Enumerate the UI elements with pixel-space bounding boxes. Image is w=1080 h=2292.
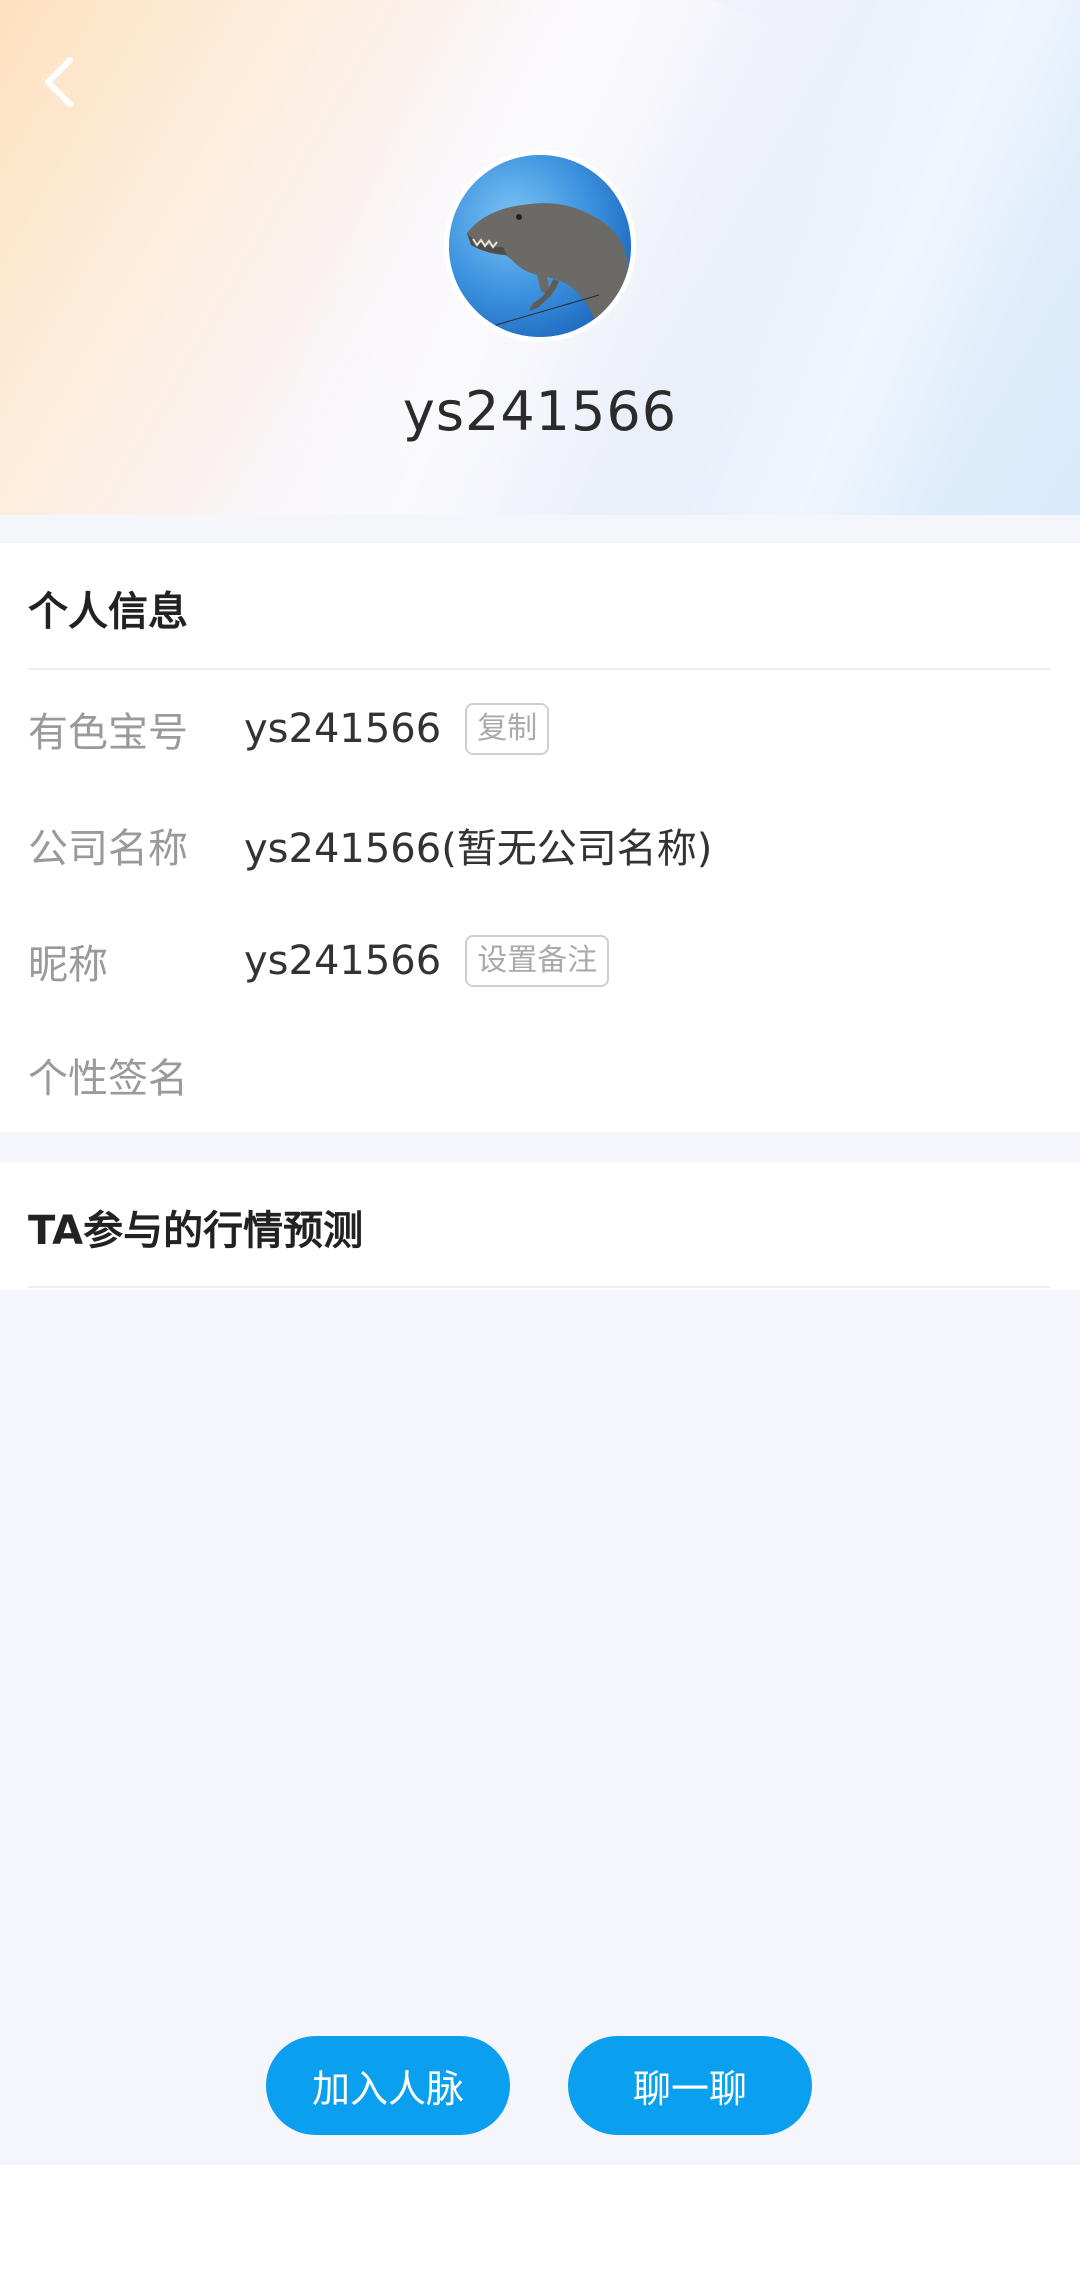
section-gap	[0, 515, 1080, 543]
info-row-company: 公司名称 ys241566(暂无公司名称)	[28, 815, 1048, 875]
company-value: ys241566(暂无公司名称)	[244, 826, 713, 872]
set-remark-button[interactable]: 设置备注	[465, 935, 610, 987]
nickname-value: ys241566	[244, 938, 442, 984]
profile-username: ys241566	[402, 380, 678, 443]
divider	[28, 1286, 1050, 1288]
personal-info-title: 个人信息	[28, 589, 188, 635]
personal-info-card: 个人信息 有色宝号 ys241566 复制 公司名称 ys241566(暂无公司…	[0, 543, 1080, 1132]
info-row-signature: 个性签名	[28, 1045, 1048, 1105]
section-gap	[0, 1132, 1080, 1162]
company-label: 公司名称	[28, 826, 188, 872]
chat-button[interactable]: 聊一聊	[568, 2036, 812, 2135]
account-id-value: ys241566	[244, 706, 442, 752]
predictions-title: TA参与的行情预测	[28, 1208, 364, 1254]
nickname-label: 昵称	[28, 942, 108, 988]
info-row-account-id: 有色宝号 ys241566 复制	[28, 699, 1048, 759]
predictions-list-empty	[0, 1290, 1080, 2165]
avatar[interactable]	[444, 150, 636, 342]
add-contact-button[interactable]: 加入人脉	[266, 2036, 510, 2135]
copy-button[interactable]: 复制	[465, 703, 550, 755]
account-id-label: 有色宝号	[28, 710, 188, 756]
profile-header: ys241566	[0, 0, 1080, 515]
signature-label: 个性签名	[28, 1056, 188, 1102]
info-row-nickname: 昵称 ys241566 设置备注	[28, 931, 1048, 991]
divider	[28, 668, 1050, 670]
predictions-card: TA参与的行情预测	[0, 1162, 1080, 1290]
avatar-image	[449, 155, 631, 337]
chevron-left-icon	[45, 57, 73, 107]
back-button[interactable]	[30, 52, 90, 112]
profile-page: ys241566 个人信息 有色宝号 ys241566 复制 公司名称 ys24…	[0, 0, 1080, 2292]
dinosaur-picture	[449, 155, 631, 337]
